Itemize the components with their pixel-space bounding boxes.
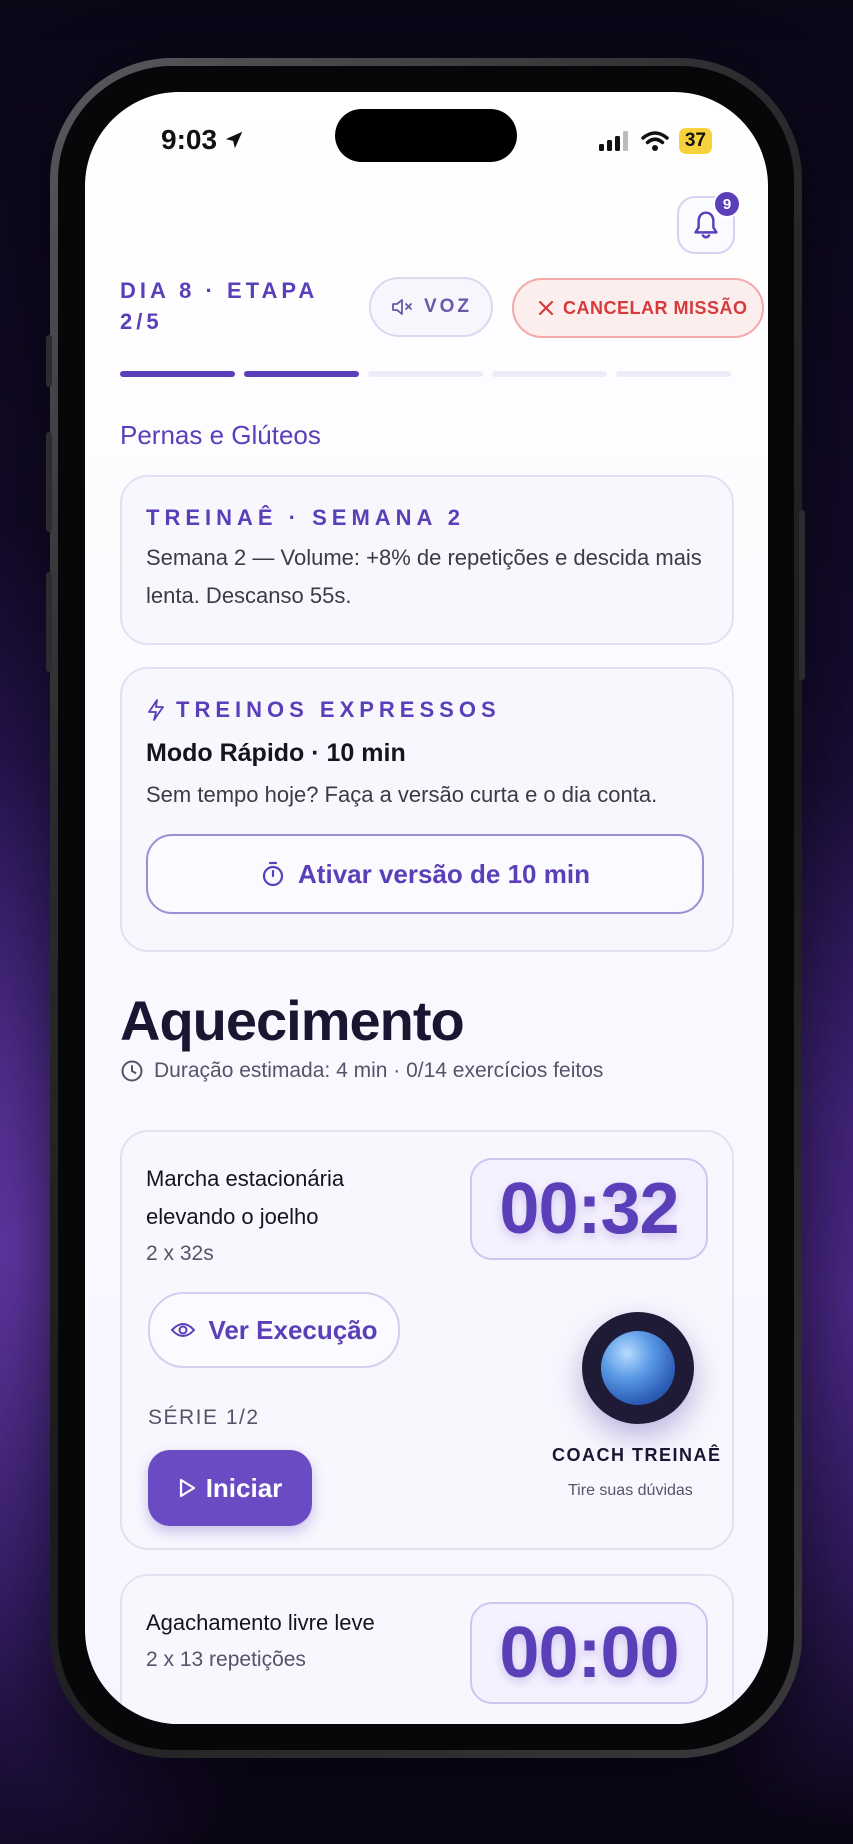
- cellular-signal-icon: [598, 131, 628, 151]
- coach-orb-button[interactable]: [582, 1312, 694, 1424]
- progress-segment: [244, 371, 359, 377]
- week-card-kicker: TREINAÊ · SEMANA 2: [146, 505, 465, 530]
- express-card-title: Modo Rápido · 10 min: [146, 739, 406, 767]
- lightning-icon: [148, 699, 164, 721]
- activate-express-label: Ativar versão de 10 min: [298, 858, 590, 889]
- clock-icon: [121, 1060, 143, 1082]
- cancel-mission-button[interactable]: CANCELAR MISSÃO: [512, 278, 764, 338]
- view-execution-label: Ver Execução: [208, 1314, 378, 1345]
- progress-segment: [492, 371, 607, 377]
- eye-icon: [171, 1323, 196, 1337]
- voice-toggle-button[interactable]: VOZ: [369, 277, 493, 337]
- coach-name: COACH TREINAÊ: [552, 1445, 722, 1465]
- play-icon: [179, 1478, 195, 1498]
- stopwatch-icon: [262, 861, 284, 887]
- app-screen: 9:03 37 9 DIA 8 · ETAPA 2/5 VOZ CANCELAR…: [85, 92, 768, 1724]
- coach-orb-icon: [601, 1331, 675, 1405]
- start-label: Iniciar: [205, 1472, 283, 1503]
- section-meta-text: Duração estimada: 4 min · 0/14 exercício…: [154, 1059, 604, 1082]
- express-card-kicker: TREINOS EXPRESSOS: [176, 697, 501, 722]
- section-meta: Duração estimada: 4 min · 0/14 exercício…: [120, 1059, 603, 1083]
- cancel-mission-label: CANCELAR MISSÃO: [563, 297, 748, 318]
- location-arrow-icon: [225, 131, 243, 149]
- exercise-timer: 00:00: [470, 1602, 708, 1704]
- stage-progress-bar: [120, 371, 731, 377]
- workout-title: Pernas e Glúteos: [120, 420, 321, 450]
- week-card-text: Semana 2 — Volume: +8% de repetições e d…: [146, 545, 702, 608]
- exercise-card: Agachamento livre leve 2 x 13 repetições…: [120, 1574, 734, 1724]
- status-bar: 9:03 37: [85, 122, 768, 162]
- activate-express-button[interactable]: Ativar versão de 10 min: [146, 834, 704, 914]
- progress-segment: [368, 371, 483, 377]
- progress-segment: [616, 371, 731, 377]
- volume-down-button: [46, 572, 52, 672]
- power-button: [799, 510, 805, 680]
- notifications-button[interactable]: 9: [677, 190, 741, 254]
- status-time: 9:03: [161, 124, 245, 156]
- express-card-kicker-row: TREINOS EXPRESSOS: [146, 697, 708, 723]
- exercise-card: Marcha estacionária elevando o joelho 2 …: [120, 1130, 734, 1550]
- wifi-icon: [641, 131, 669, 151]
- express-card-text: Sem tempo hoje? Faça a versão curta e o …: [146, 782, 658, 807]
- notification-count-badge: 9: [713, 190, 741, 218]
- week-info-card: TREINAÊ · SEMANA 2 Semana 2 — Volume: +8…: [120, 475, 734, 645]
- section-title: Aquecimento: [120, 989, 465, 1052]
- status-time-text: 9:03: [161, 124, 218, 155]
- day-stage-label: DIA 8 · ETAPA 2/5: [120, 278, 318, 334]
- speaker-muted-icon: [392, 299, 412, 315]
- express-workout-card: TREINOS EXPRESSOS Modo Rápido · 10 min S…: [120, 667, 734, 952]
- series-label: SÉRIE 1/2: [148, 1406, 260, 1429]
- view-execution-button[interactable]: Ver Execução: [148, 1292, 400, 1368]
- exercise-timer: 00:32: [470, 1158, 708, 1260]
- progress-segment: [120, 371, 235, 377]
- exercise-name: Marcha estacionária elevando o joelho: [146, 1166, 345, 1229]
- coach-subtitle: Tire suas dúvidas: [568, 1482, 693, 1499]
- action-button: [46, 335, 52, 387]
- close-icon: [538, 300, 554, 316]
- volume-up-button: [46, 432, 52, 532]
- start-button[interactable]: Iniciar: [148, 1450, 312, 1526]
- battery-indicator: 37: [678, 128, 712, 154]
- status-indicators: 37: [598, 128, 712, 154]
- voice-label: VOZ: [423, 296, 473, 317]
